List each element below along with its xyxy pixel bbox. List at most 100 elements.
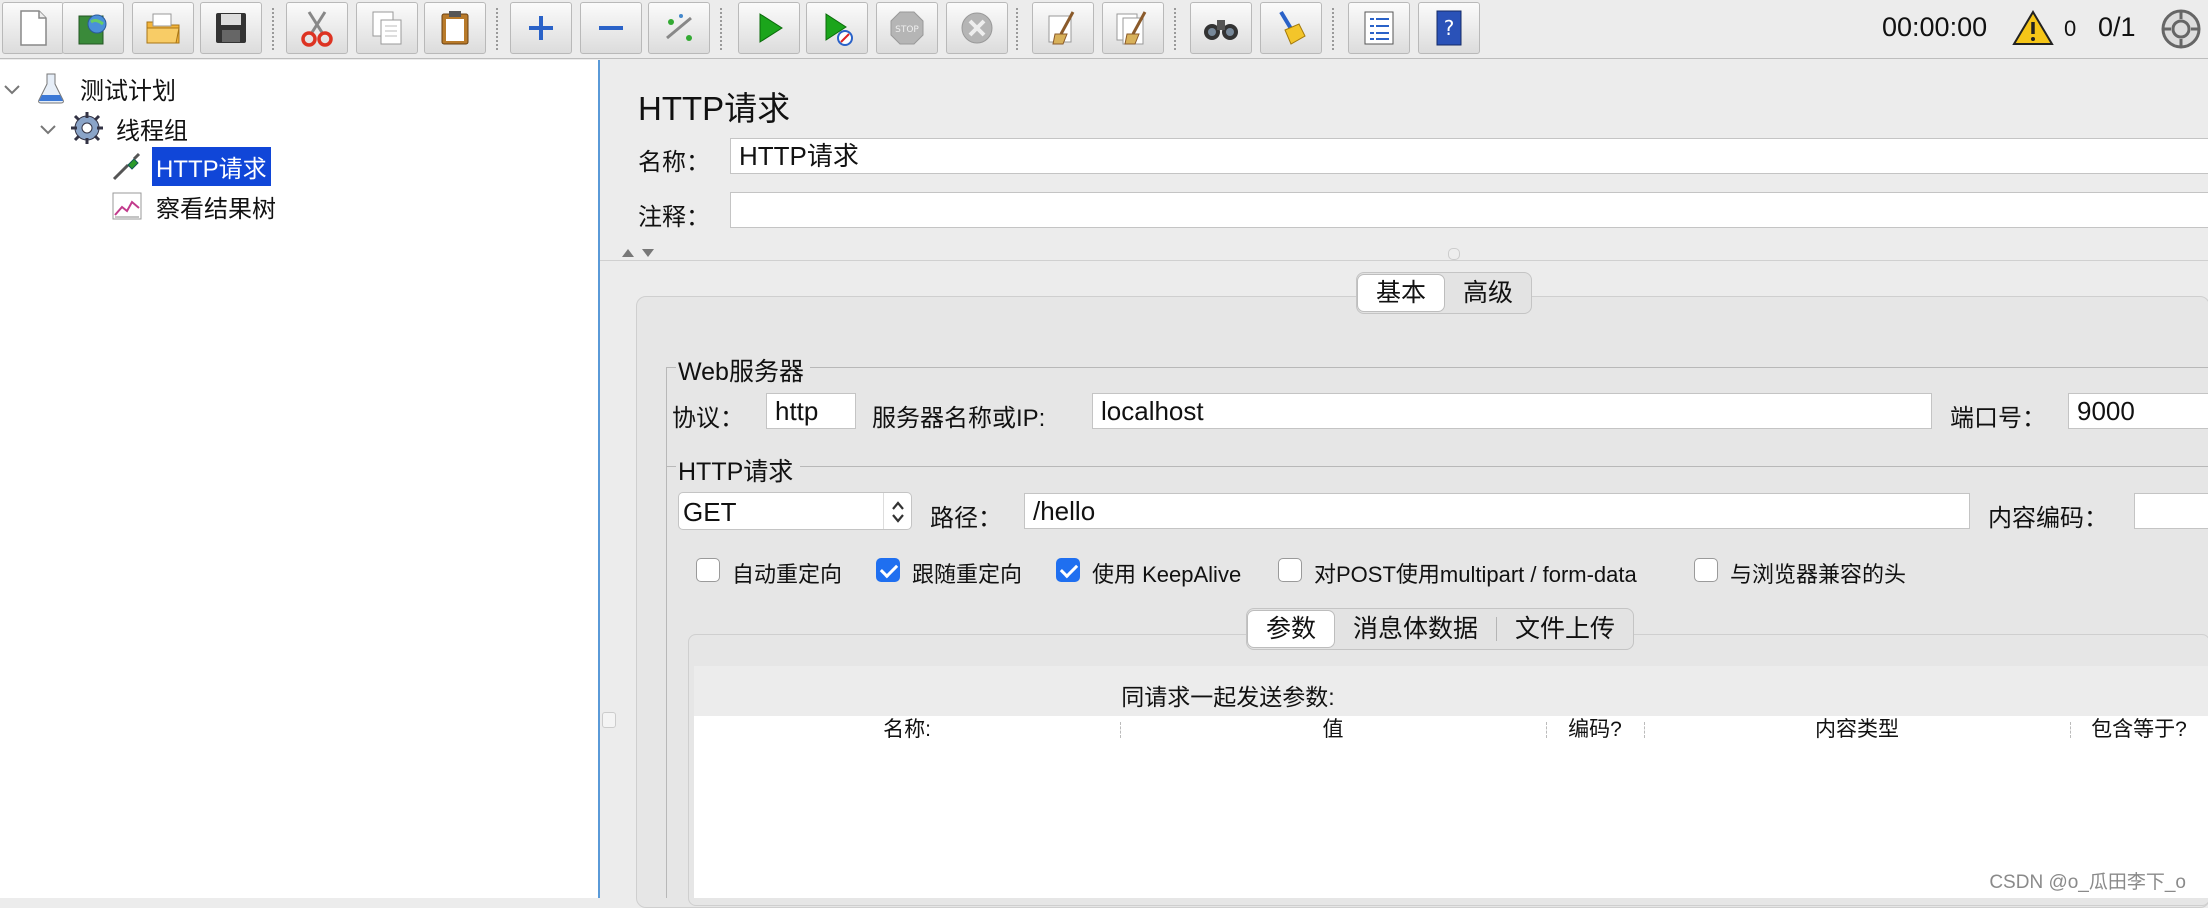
side-splitter-handle[interactable] — [602, 712, 616, 728]
warning-count: 0 — [2064, 16, 2077, 41]
protocol-field[interactable]: http — [766, 393, 856, 429]
column-header-row: 名称: 值 编码? 内容类型 包含等于? — [694, 716, 2208, 744]
new-button[interactable] — [2, 2, 64, 54]
tree-item-test-plan[interactable]: 测试计划 — [34, 70, 180, 106]
tree-item-http-request[interactable]: HTTP请求 — [110, 146, 271, 186]
collapse-button[interactable] — [580, 2, 642, 54]
multipart-label: 对POST使用multipart / form-data — [1314, 562, 1637, 587]
tab-advanced[interactable]: 高级 — [1445, 273, 1531, 313]
toolbar-separator — [496, 8, 498, 50]
path-field[interactable]: /hello — [1024, 493, 1970, 529]
toolbar-separator — [272, 8, 274, 50]
shutdown-button[interactable] — [946, 2, 1008, 54]
splitter-handle[interactable] — [1448, 248, 1460, 260]
toolbar-separator — [1332, 8, 1334, 50]
tab-files-upload[interactable]: 文件上传 — [1497, 609, 1633, 649]
clear-button[interactable] — [1032, 2, 1094, 54]
save-floppy-icon — [216, 13, 246, 43]
server-field[interactable]: localhost — [1092, 393, 1932, 429]
multipart-checkbox[interactable] — [1278, 558, 1302, 582]
copy-icon — [372, 11, 402, 45]
keepalive-label: 使用 KeepAlive — [1092, 562, 1242, 587]
active-threads: 0/1 — [2098, 12, 2136, 42]
column-header-name[interactable]: 名称: — [694, 716, 1120, 744]
method-value: GET — [683, 497, 737, 527]
column-header-value[interactable]: 值 — [1120, 716, 1546, 744]
splitter-arrows-icon[interactable] — [620, 246, 658, 260]
paste-clipboard-icon — [441, 11, 469, 45]
comment-field[interactable] — [730, 192, 2208, 228]
plus-icon — [529, 16, 553, 40]
tree-item-thread-group[interactable]: 线程组 — [70, 110, 192, 146]
watermark: CSDN @o_瓜田李下_o — [1989, 872, 2186, 893]
protocol-label: 协议： — [672, 405, 744, 432]
server-label: 服务器名称或IP: — [872, 405, 1046, 432]
browser-headers-checkbox[interactable] — [1694, 558, 1718, 582]
tree-item-label: 线程组 — [116, 117, 188, 145]
comment-label: 注释： — [638, 204, 710, 231]
new-document-icon — [20, 10, 47, 46]
toolbar-separator — [1174, 8, 1176, 50]
follow-redirect-checkbox[interactable] — [876, 558, 900, 582]
port-label: 端口号： — [1950, 405, 2046, 432]
cut-button[interactable] — [286, 2, 348, 54]
play-no-timers-icon — [825, 13, 853, 46]
auto-redirect-checkbox[interactable] — [696, 558, 720, 582]
group-border — [666, 367, 676, 368]
remote-engines-icon[interactable] — [2160, 8, 2202, 50]
chevron-down-icon[interactable] — [38, 120, 58, 140]
splitter-divider[interactable] — [600, 260, 2208, 261]
test-plan-tree: 测试计划 线程组 HTTP请求 察看结果树 — [0, 60, 600, 898]
encoding-field[interactable] — [2134, 493, 2208, 529]
sub-tabs: 参数 消息体数据 文件上传 — [1246, 608, 1635, 650]
svg-text:STOP: STOP — [895, 25, 919, 35]
save-button[interactable] — [200, 2, 262, 54]
scissors-icon — [301, 11, 333, 47]
binoculars-icon — [1204, 20, 1238, 40]
stop-button[interactable]: STOP — [876, 2, 938, 54]
toggle-wand-icon — [666, 14, 692, 41]
test-plan-flask-icon — [38, 73, 64, 104]
function-helper-button[interactable] — [1348, 2, 1410, 54]
templates-icon — [78, 14, 107, 45]
port-field[interactable]: 9000 — [2068, 393, 2208, 429]
broom-clear-icon — [1048, 11, 1075, 45]
chevron-down-icon[interactable] — [2, 80, 22, 100]
open-button[interactable] — [132, 2, 194, 54]
expand-button[interactable] — [510, 2, 572, 54]
column-header-include-equals[interactable]: 包含等于? — [2070, 716, 2208, 744]
broom-clear-all-icon — [1116, 11, 1147, 45]
reset-search-button[interactable] — [1260, 2, 1322, 54]
help-button[interactable]: ? — [1418, 2, 1480, 54]
keepalive-checkbox[interactable] — [1056, 558, 1080, 582]
paste-button[interactable] — [424, 2, 486, 54]
start-button[interactable] — [738, 2, 800, 54]
tab-basic[interactable]: 基本 — [1357, 274, 1446, 312]
http-request-legend: HTTP请求 — [678, 458, 794, 486]
minus-icon — [599, 26, 623, 30]
search-button[interactable] — [1190, 2, 1252, 54]
clear-all-button[interactable] — [1102, 2, 1164, 54]
elapsed-time: 00:00:00 — [1882, 12, 1988, 42]
templates-button[interactable] — [62, 2, 124, 54]
method-select[interactable]: GET — [678, 492, 912, 530]
name-field[interactable]: HTTP请求 — [730, 138, 2208, 174]
tree-item-result-tree[interactable]: 察看结果树 — [110, 188, 280, 224]
column-header-encode[interactable]: 编码? — [1546, 716, 1644, 744]
select-divider — [883, 493, 884, 529]
tree-item-label: HTTP请求 — [152, 146, 271, 186]
copy-button[interactable] — [356, 2, 418, 54]
start-no-pauses-button[interactable] — [806, 2, 868, 54]
encoding-label: 内容编码： — [1988, 505, 2108, 532]
svg-text:?: ? — [1444, 16, 1455, 40]
column-header-content-type[interactable]: 内容类型 — [1644, 716, 2070, 744]
follow-redirect-label: 跟随重定向 — [912, 562, 1023, 587]
path-label: 路径： — [930, 505, 1002, 532]
web-server-legend: Web服务器 — [678, 358, 804, 386]
http-request-panel: HTTP请求 名称： HTTP请求 注释： 基本 高级 Web服务器 协议： h… — [600, 60, 2208, 908]
tab-body-data[interactable]: 消息体数据 — [1335, 609, 1496, 649]
tab-parameters[interactable]: 参数 — [1247, 610, 1336, 648]
warning-icon[interactable] — [2012, 10, 2054, 46]
toggle-button[interactable] — [648, 2, 710, 54]
group-border — [666, 466, 676, 467]
